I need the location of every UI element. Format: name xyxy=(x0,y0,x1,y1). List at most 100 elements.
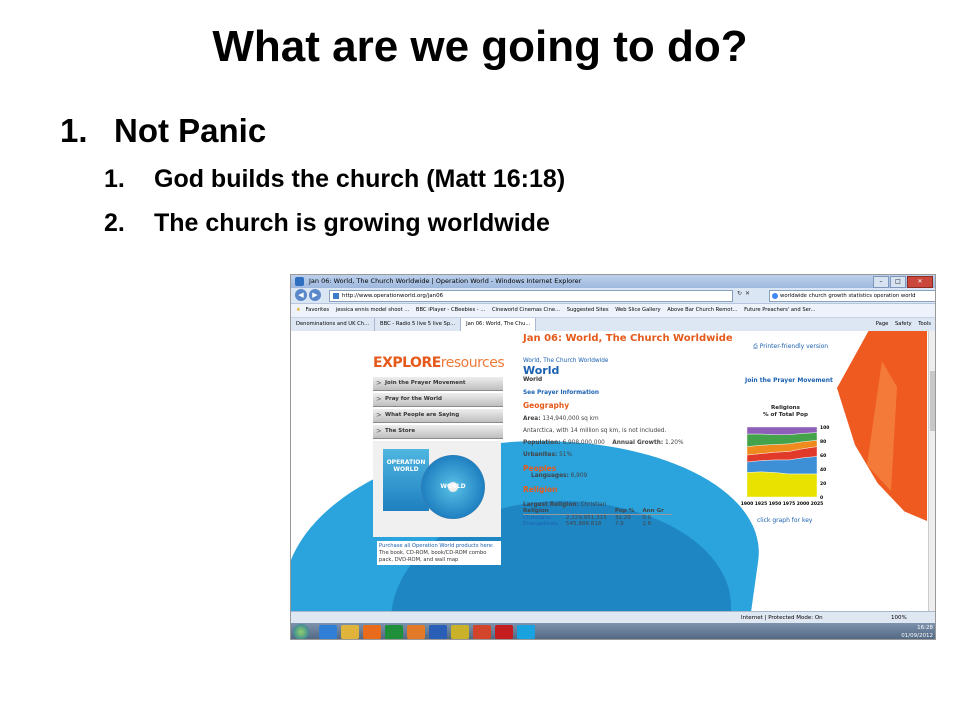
growth-value: 1.20% xyxy=(665,440,684,446)
sub-bullet-1: 1. God builds the church (Matt 16:18) xyxy=(104,165,565,194)
printer-text: Printer-friendly version xyxy=(759,343,829,350)
tab-operation-world[interactable]: Jan 06: World, The Chu... xyxy=(461,318,537,331)
clock-time: 16:28 xyxy=(917,625,933,631)
cd-disc: WORLD xyxy=(421,455,485,519)
powerpoint-taskbar-icon[interactable] xyxy=(473,625,491,639)
x-tick-label: 1925 xyxy=(755,501,768,507)
x-tick-label: 2000 xyxy=(797,501,810,507)
browser-screenshot: Jan 06: World, The Church Worldwide | Op… xyxy=(290,274,936,640)
tab-bbc-radio[interactable]: BBC - Radio 5 live 5 live Sp... xyxy=(375,318,462,331)
search-text: worldwide church growth statistics opera… xyxy=(780,293,916,299)
y-tick-label: 60 xyxy=(820,453,826,459)
favorite-link[interactable]: Future Preachers' and Ser... xyxy=(744,307,815,313)
menu-what-people-say[interactable]: What People are Saying xyxy=(373,409,503,423)
page-content: EXPLOREresources Join the Prayer Movemen… xyxy=(291,331,935,639)
languages-value: 6,909 xyxy=(570,473,588,479)
x-tick-label: 1950 xyxy=(769,501,782,507)
scrollbar[interactable] xyxy=(928,331,935,611)
see-prayer-link[interactable]: See Prayer Information xyxy=(523,390,599,396)
favorite-link[interactable]: Above Bar Church Remot... xyxy=(667,307,737,313)
clock-date: 01/09/2012 xyxy=(901,633,933,639)
sub-bullet-text: God builds the church (Matt 16:18) xyxy=(154,165,566,193)
logo-explore: EXPLORE xyxy=(373,355,441,371)
skype-taskbar-icon[interactable] xyxy=(517,625,535,639)
favorite-link[interactable]: Suggested Sites xyxy=(567,307,609,313)
tools-menu[interactable]: Tools xyxy=(918,321,931,327)
printer-friendly-link[interactable]: ⎙ Printer-friendly version xyxy=(753,343,828,351)
favorites-button[interactable]: Favorites xyxy=(306,307,329,313)
google-icon xyxy=(772,293,778,299)
x-tick-label: 1900 xyxy=(741,501,754,507)
system-clock[interactable]: 16:28 01/09/2012 xyxy=(901,624,933,639)
acrobat-taskbar-icon[interactable] xyxy=(495,625,513,639)
sub-bullet-number: 1. xyxy=(104,165,125,193)
population-value: 6,908,000,000 xyxy=(562,440,605,446)
page-icon xyxy=(333,293,339,299)
explorer-taskbar-icon[interactable] xyxy=(341,625,359,639)
religion-name-link[interactable]: Evangelicals xyxy=(523,521,566,527)
media-taskbar-icon[interactable] xyxy=(363,625,381,639)
religions-area-chart[interactable]: 100 80 60 40 20 0 1900 1925 1950 1975 2000 2025 xyxy=(737,423,833,515)
growth-label: Annual Growth: xyxy=(612,440,664,446)
purchase-link[interactable]: Purchase all Operation World products he… xyxy=(379,543,494,549)
chart-title-line2: % of Total Pop xyxy=(763,411,808,418)
urbanites-value: 51% xyxy=(559,452,572,458)
word-taskbar-icon[interactable] xyxy=(429,625,447,639)
windows-taskbar: 16:28 01/09/2012 xyxy=(291,623,935,639)
forward-icon[interactable]: ▶ xyxy=(309,289,321,301)
address-bar-row: ◀ ▶ http://www.operationworld.org/jan06 … xyxy=(291,288,935,304)
maximize-button[interactable]: □ xyxy=(890,276,906,288)
table-row: Evangelicals 545,886,818 7.9 2.6 xyxy=(523,521,672,527)
menu-store[interactable]: The Store xyxy=(373,425,503,439)
bullet-list: 1. Not Panic 1. God builds the church (Mat… xyxy=(60,112,565,238)
favorites-bar: ★ Favorites jessica ennis model shoot ...… xyxy=(291,304,935,318)
bullet-number: 1. xyxy=(60,112,88,149)
favorite-link[interactable]: Web Slice Gallery xyxy=(615,307,660,313)
back-icon[interactable]: ◀ xyxy=(295,289,307,301)
y-tick-label: 40 xyxy=(820,467,826,473)
join-prayer-link[interactable]: Join the Prayer Movement xyxy=(745,377,833,384)
tab-denominations[interactable]: Denominations and UK Ch... xyxy=(291,318,376,331)
area-label: Area: xyxy=(523,416,541,422)
logo-resources: resources xyxy=(440,355,505,371)
menu-pray-world[interactable]: Pray for the World xyxy=(373,393,503,407)
minimize-button[interactable]: – xyxy=(873,276,889,288)
favorites-star-icon: ★ xyxy=(296,307,301,313)
close-button[interactable]: ✕ xyxy=(907,276,933,288)
scrollbar-thumb[interactable] xyxy=(930,371,935,431)
window-title: Jan 06: World, The Church Worldwide | Op… xyxy=(309,277,582,285)
area-value: 134,940,000 sq km xyxy=(542,416,599,422)
purchase-text: Purchase all Operation World products he… xyxy=(377,541,501,566)
printer-icon: ⎙ xyxy=(753,343,760,350)
sub-bullet-2: 2. The church is growing worldwide xyxy=(104,209,565,238)
product-image[interactable]: OPERATION WORLD WORLD xyxy=(373,441,501,537)
favorite-link[interactable]: Cineworld Cinemas Cine... xyxy=(492,307,560,313)
sub-bullet-text: The church is growing worldwide xyxy=(154,209,550,237)
bullet-1: 1. Not Panic xyxy=(60,112,565,150)
refresh-stop-icons[interactable]: ↻✕ xyxy=(737,290,753,297)
click-graph-link[interactable]: click graph for key xyxy=(757,517,812,524)
app-taskbar-icon[interactable] xyxy=(451,625,469,639)
table-cell: 7.9 xyxy=(614,521,624,527)
favorite-link[interactable]: jessica ennis model shoot ... xyxy=(336,307,410,313)
start-button[interactable] xyxy=(293,624,309,639)
ie-taskbar-icon[interactable] xyxy=(319,625,337,639)
resources-menu: Join the Prayer Movement Pray for the Wo… xyxy=(373,377,503,441)
bullet-text: Not Panic xyxy=(114,112,267,149)
favorite-link[interactable]: BBC iPlayer - CBeebies - ... xyxy=(416,307,485,313)
excel-taskbar-icon[interactable] xyxy=(385,625,403,639)
address-input[interactable]: http://www.operationworld.org/jan06 xyxy=(329,290,733,302)
x-tick-label: 2025 xyxy=(811,501,824,507)
search-input[interactable]: worldwide church growth statistics opera… xyxy=(769,290,935,302)
urbanites-label: Urbanites: xyxy=(523,452,558,458)
outlook-taskbar-icon[interactable] xyxy=(407,625,425,639)
command-bar: Page Safety Tools xyxy=(871,318,931,331)
safety-menu[interactable]: Safety xyxy=(895,321,912,327)
chart-title: Religions% of Total Pop xyxy=(763,405,808,418)
tab-bar: Denominations and UK Ch... BBC - Radio 5 … xyxy=(291,318,935,332)
menu-join-prayer[interactable]: Join the Prayer Movement xyxy=(373,377,503,391)
address-text: http://www.operationworld.org/jan06 xyxy=(342,293,444,299)
y-tick-label: 20 xyxy=(820,481,826,487)
explore-resources-logo: EXPLOREresources xyxy=(373,355,505,371)
page-menu[interactable]: Page xyxy=(876,321,889,327)
